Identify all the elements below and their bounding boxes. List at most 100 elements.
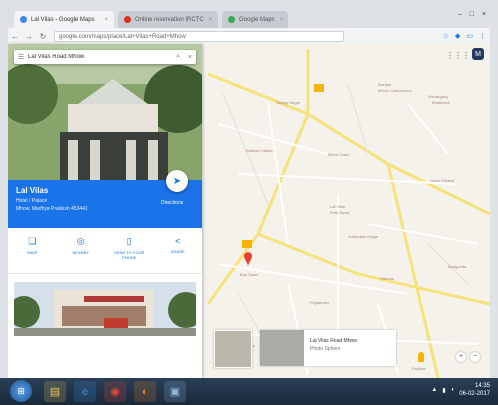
tab-label: Online reservation IRCTC	[135, 16, 204, 23]
place-address: Mhow, Madhya Pradesh 453441	[16, 206, 88, 212]
star-icon[interactable]: ☆	[443, 32, 449, 40]
map-label: Kishanganj	[428, 94, 448, 99]
streetview-thumbnail[interactable]	[214, 330, 252, 368]
maps-favicon-icon	[20, 16, 27, 23]
pegman-icon[interactable]	[418, 352, 424, 362]
avatar[interactable]: M	[472, 48, 484, 60]
building-photo	[8, 44, 202, 180]
window-controls: – □ ×	[458, 11, 486, 18]
action-label: SEND TO YOUR PHONE	[114, 250, 145, 260]
place-actions: ❏ SAVE ◎ NEARBY ▯ SEND TO YOUR PHONE < S…	[8, 228, 202, 272]
clock-time: 14:35	[474, 383, 490, 389]
map-label: Patti Bazar	[330, 210, 350, 215]
chrome-icon[interactable]: ◉	[104, 381, 126, 402]
place-info-header: Lal Vilas Hotel / Palace Mhow, Madhya Pr…	[8, 170, 202, 228]
tab-google-maps[interactable]: Google Maps ×	[222, 11, 288, 28]
nearby-icon: ◎	[76, 236, 85, 246]
cast-icon[interactable]: ▭	[466, 32, 473, 40]
directions-button[interactable]: ➤	[166, 170, 188, 192]
map-label: Ambedkar Nagar	[348, 234, 379, 239]
minimize-button[interactable]: –	[458, 11, 462, 18]
search-box[interactable]: ☰ Lal Vilas Road Mhow ⌕ ×	[14, 50, 196, 64]
close-tab-icon[interactable]: ×	[275, 17, 284, 23]
place-panel: ☰ Lal Vilas Road Mhow ⌕ × Lal Vilas Hote…	[8, 44, 202, 378]
nearby-button[interactable]: ◎ NEARBY	[61, 236, 101, 255]
share-button[interactable]: < SHARE	[158, 236, 198, 254]
action-label: SHARE	[170, 249, 185, 254]
storefront-photo	[14, 282, 196, 336]
close-icon[interactable]: ×	[184, 54, 196, 61]
back-icon[interactable]: ←	[8, 32, 22, 41]
tray-arrow-icon[interactable]: ▲	[431, 387, 437, 393]
clock[interactable]: 14:35 06-02-2017	[459, 382, 490, 398]
chevron-left-icon[interactable]: ‹	[253, 344, 255, 350]
map-label: Sanjay Nagar	[276, 100, 301, 105]
maximize-button[interactable]: □	[470, 11, 474, 18]
directions-icon: ➤	[172, 175, 182, 187]
road-shield	[314, 84, 324, 92]
streetview-card[interactable]: Lal Vilas Road Mhow Photo Sphere	[260, 330, 396, 366]
clock-date: 06-02-2017	[459, 391, 490, 397]
send-to-phone-button[interactable]: ▯ SEND TO YOUR PHONE	[109, 236, 149, 260]
map-label: Gawli Palasia	[430, 178, 455, 183]
map-label: Lal Vilas	[330, 204, 346, 209]
explore-label[interactable]: Explore	[412, 366, 426, 371]
reload-icon[interactable]: ↻	[36, 32, 50, 41]
taskbar: ⊞ ▤ e ◉ ◐ ▣ ▲ ▮ ◖ 14:35 06-02-2017	[0, 378, 498, 405]
action-label: NEARBY	[72, 250, 89, 255]
address-bar[interactable]: google.com/maps/place/Lal+Vilas+Road+Mho…	[54, 30, 344, 42]
streetview-photo	[260, 330, 304, 366]
extension-icon[interactable]: ◆	[455, 32, 460, 40]
save-button[interactable]: ❏ SAVE	[12, 236, 52, 255]
ie-icon[interactable]: e	[74, 381, 96, 402]
place-category: Hotel / Palace	[16, 198, 48, 204]
map-label: Mhow Gaon	[328, 152, 350, 157]
browser-window: Lal Vilas - Google Maps × Online reserva…	[8, 8, 490, 378]
tab-label: Lal Vilas - Google Maps	[31, 16, 95, 23]
maps-favicon-icon	[228, 16, 235, 23]
bookmark-icon: ❏	[28, 236, 37, 246]
place-hero-photo[interactable]	[8, 44, 202, 180]
map-label: Bus Stand	[240, 272, 259, 277]
zoom-out-button[interactable]: −	[470, 352, 480, 362]
streetview-subtitle: Photo Sphere	[310, 346, 341, 352]
share-icon: <	[175, 236, 181, 246]
irctc-favicon-icon	[124, 16, 131, 23]
search-input[interactable]: Lal Vilas Road Mhow	[28, 54, 172, 60]
tab-strip: Lal Vilas - Google Maps × Online reserva…	[8, 8, 490, 28]
zoom-controls: + −	[456, 352, 480, 362]
search-icon[interactable]: ⌕	[172, 53, 184, 61]
tab-lal-vilas[interactable]: Lal Vilas - Google Maps ×	[14, 11, 114, 28]
browser-toolbar: ← → ↻ google.com/maps/place/Lal+Vilas+Ro…	[8, 28, 490, 44]
streetview-title: Lal Vilas Road Mhow	[310, 338, 357, 344]
directions-label: Directions	[161, 200, 184, 206]
menu-icon[interactable]: ⋮	[479, 32, 486, 40]
media-icon[interactable]: ▣	[164, 381, 186, 402]
zoom-in-button[interactable]: +	[456, 352, 466, 362]
close-window-button[interactable]: ×	[482, 11, 486, 18]
place-photo[interactable]	[14, 282, 196, 336]
map-label: Badgonda	[448, 264, 467, 269]
tab-irctc[interactable]: Online reservation IRCTC ×	[118, 11, 218, 28]
start-button[interactable]: ⊞	[10, 380, 32, 402]
forward-icon[interactable]: →	[22, 32, 36, 41]
close-tab-icon[interactable]: ×	[99, 17, 108, 23]
map-label: Bhatkhedi	[432, 100, 450, 105]
menu-icon[interactable]: ☰	[14, 53, 28, 61]
map-label: Manpur	[378, 82, 392, 87]
map-label: Mhow Cantonment	[378, 88, 412, 93]
system-tray: ▲ ▮ ◖ 14:35 06-02-2017	[431, 382, 490, 398]
firefox-icon[interactable]: ◐	[134, 381, 156, 402]
explorer-icon[interactable]: ▤	[44, 381, 66, 402]
place-title: Lal Vilas	[16, 186, 49, 195]
network-icon[interactable]: ▮	[442, 387, 445, 394]
volume-icon[interactable]: ◖	[451, 387, 455, 393]
close-tab-icon[interactable]: ×	[204, 17, 213, 23]
phone-icon: ▯	[126, 236, 132, 246]
map-label: Harsola	[380, 276, 394, 281]
apps-grid-icon[interactable]: ⋮⋮⋮	[446, 51, 470, 60]
map-label: Railway Station	[246, 148, 274, 153]
map-label: Pigdamber	[310, 300, 330, 305]
divider	[8, 273, 202, 274]
action-label: SAVE	[27, 250, 38, 255]
